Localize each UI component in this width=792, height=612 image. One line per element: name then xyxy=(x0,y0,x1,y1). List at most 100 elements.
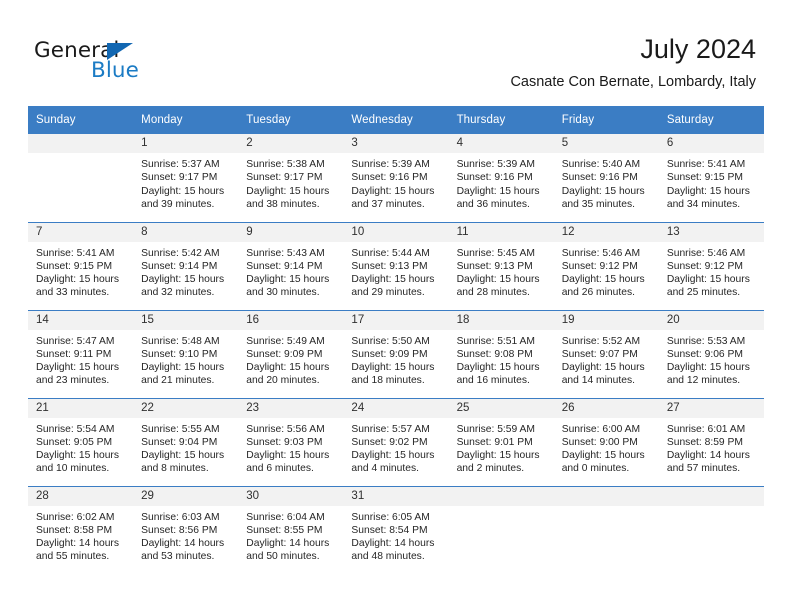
sunset-time: Sunset: 8:54 PM xyxy=(351,524,428,536)
day-cell[interactable]: 21 Sunrise: 5:54 AM Sunset: 9:05 PM Dayligh… xyxy=(28,397,134,486)
day-cell[interactable]: 4 Sunrise: 5:39 AM Sunset: 9:16 PM Daylight… xyxy=(448,134,554,222)
daylight-duration-line2: and 30 minutes. xyxy=(246,287,320,299)
daylight-duration-line1: Daylight: 15 hours xyxy=(141,185,225,197)
sunset-time: Sunset: 9:04 PM xyxy=(141,436,218,448)
day-cell[interactable]: 8 Sunrise: 5:42 AM Sunset: 9:14 PM Daylight… xyxy=(133,221,239,310)
day-cell[interactable]: 13 Sunrise: 5:46 AM Sunset: 9:12 PM Dayligh… xyxy=(658,221,764,310)
day-cell[interactable]: 29 Sunrise: 6:03 AM Sunset: 8:56 PM Dayligh… xyxy=(133,485,239,574)
sunset-time: Sunset: 9:15 PM xyxy=(666,172,743,184)
daylight-duration-line2: and 48 minutes. xyxy=(351,551,425,563)
day-cell[interactable]: 22 Sunrise: 5:55 AM Sunset: 9:04 PM Dayligh… xyxy=(133,397,239,486)
daylight-duration-line2: and 29 minutes. xyxy=(351,287,425,299)
sunrise-time: Sunrise: 5:39 AM xyxy=(456,159,535,170)
day-cell[interactable]: 14 Sunrise: 5:47 AM Sunset: 9:11 PM Dayligh… xyxy=(28,309,134,398)
day-cell[interactable]: 24 Sunrise: 5:57 AM Sunset: 9:02 PM Dayligh… xyxy=(343,397,449,486)
sunset-time: Sunset: 8:59 PM xyxy=(666,436,743,448)
day-cell[interactable]: 18 Sunrise: 5:51 AM Sunset: 9:08 PM Dayligh… xyxy=(448,309,554,398)
day-cell[interactable]: 3 Sunrise: 5:39 AM Sunset: 9:16 PM Daylight… xyxy=(343,134,449,222)
sunset-time: Sunset: 9:17 PM xyxy=(141,172,218,184)
day-cell[interactable]: 20 Sunrise: 5:53 AM Sunset: 9:06 PM Dayligh… xyxy=(658,309,764,398)
day-cell[interactable]: 6 Sunrise: 5:41 AM Sunset: 9:15 PM Daylight… xyxy=(658,134,764,222)
day-cell[interactable]: 5 Sunrise: 5:40 AM Sunset: 9:16 PM Daylight… xyxy=(553,134,659,222)
day-number: 26 xyxy=(553,399,659,418)
day-cell[interactable]: 23 Sunrise: 5:56 AM Sunset: 9:03 PM Dayligh… xyxy=(238,397,344,486)
daylight-duration-line1: Daylight: 15 hours xyxy=(141,362,225,374)
sunset-time: Sunset: 9:12 PM xyxy=(561,260,638,272)
day-cell[interactable]: 11 Sunrise: 5:45 AM Sunset: 9:13 PM Dayligh… xyxy=(448,221,554,310)
day-cell-empty xyxy=(553,485,659,574)
day-cell[interactable]: 2 Sunrise: 5:38 AM Sunset: 9:17 PM Daylight… xyxy=(238,134,344,222)
daylight-duration-line1: Daylight: 15 hours xyxy=(351,274,435,286)
day-number: 23 xyxy=(238,399,344,418)
brand-name-blue: Blue xyxy=(91,58,139,83)
daylight-duration-line2: and 53 minutes. xyxy=(141,551,215,563)
day-cell[interactable]: 28 Sunrise: 6:02 AM Sunset: 8:58 PM Dayligh… xyxy=(28,485,134,574)
day-cell[interactable]: 31 Sunrise: 6:05 AM Sunset: 8:54 PM Dayligh… xyxy=(343,485,449,574)
day-details: Sunrise: 6:02 AM Sunset: 8:58 PM Daylight:… xyxy=(28,506,133,564)
day-details: Sunrise: 5:51 AM Sunset: 9:08 PM Daylight:… xyxy=(449,330,554,388)
sunset-time: Sunset: 9:09 PM xyxy=(246,348,323,360)
daylight-duration-line2: and 21 minutes. xyxy=(141,375,215,387)
day-cell[interactable]: 26 Sunrise: 6:00 AM Sunset: 9:00 PM Dayligh… xyxy=(553,397,659,486)
day-details: Sunrise: 5:43 AM Sunset: 9:14 PM Daylight:… xyxy=(238,242,343,300)
daylight-duration-line2: and 8 minutes. xyxy=(141,463,209,475)
daylight-duration-line1: Daylight: 15 hours xyxy=(456,274,540,286)
daylight-duration-line2: and 6 minutes. xyxy=(246,463,314,475)
sunset-time: Sunset: 9:14 PM xyxy=(141,260,218,272)
day-details: Sunrise: 5:54 AM Sunset: 9:05 PM Daylight:… xyxy=(28,418,133,476)
day-details: Sunrise: 5:52 AM Sunset: 9:07 PM Daylight:… xyxy=(554,330,659,388)
daylight-duration-line2: and 50 minutes. xyxy=(246,551,320,563)
daylight-duration-line2: and 18 minutes. xyxy=(351,375,425,387)
day-number: 4 xyxy=(448,134,554,153)
day-cell[interactable]: 27 Sunrise: 6:01 AM Sunset: 8:59 PM Dayligh… xyxy=(658,397,764,486)
sunset-time: Sunset: 9:08 PM xyxy=(456,348,533,360)
day-number: 28 xyxy=(28,487,134,506)
daylight-duration-line2: and 0 minutes. xyxy=(561,463,630,475)
day-cell[interactable]: 9 Sunrise: 5:43 AM Sunset: 9:14 PM Daylight… xyxy=(238,221,344,310)
sunrise-time: Sunrise: 5:55 AM xyxy=(141,423,220,435)
day-cell[interactable]: 17 Sunrise: 5:50 AM Sunset: 9:09 PM Dayligh… xyxy=(343,309,449,398)
sunset-time: Sunset: 9:06 PM xyxy=(666,348,743,360)
day-number: 8 xyxy=(133,223,239,242)
day-cell[interactable]: 25 Sunrise: 5:59 AM Sunset: 9:01 PM Dayligh… xyxy=(448,397,554,486)
day-number: 13 xyxy=(658,223,764,242)
daylight-duration-line2: and 37 minutes. xyxy=(351,198,425,210)
sunrise-time: Sunrise: 6:03 AM xyxy=(141,511,220,523)
daylight-duration-line2: and 57 minutes. xyxy=(666,463,741,475)
daylight-duration-line2: and 34 minutes. xyxy=(666,198,741,210)
day-details: Sunrise: 5:37 AM Sunset: 9:17 PM Daylight:… xyxy=(133,153,238,211)
sunset-time: Sunset: 9:14 PM xyxy=(246,260,323,272)
brand-logo[interactable]: General Blue xyxy=(34,38,274,90)
day-details: Sunrise: 6:04 AM Sunset: 8:55 PM Daylight:… xyxy=(238,506,343,564)
day-details: Sunrise: 5:49 AM Sunset: 9:09 PM Daylight:… xyxy=(238,330,343,388)
day-details: Sunrise: 5:50 AM Sunset: 9:09 PM Daylight:… xyxy=(343,330,448,388)
sunrise-time: Sunrise: 5:43 AM xyxy=(246,247,325,259)
day-cell[interactable]: 10 Sunrise: 5:44 AM Sunset: 9:13 PM Dayligh… xyxy=(343,221,449,310)
daylight-duration-line1: Daylight: 14 hours xyxy=(141,538,225,550)
sunset-time: Sunset: 9:11 PM xyxy=(36,348,112,360)
sunrise-time: Sunrise: 5:45 AM xyxy=(456,247,535,259)
day-cell[interactable]: 12 Sunrise: 5:46 AM Sunset: 9:12 PM Dayligh… xyxy=(553,221,659,310)
day-cell[interactable]: 15 Sunrise: 5:48 AM Sunset: 9:10 PM Dayligh… xyxy=(133,309,239,398)
weekday-header-friday: Friday xyxy=(553,106,659,134)
day-number: 27 xyxy=(658,399,764,418)
sunrise-time: Sunrise: 5:53 AM xyxy=(666,335,746,347)
day-cell[interactable]: 7 Sunrise: 5:41 AM Sunset: 9:15 PM Daylight… xyxy=(28,221,134,310)
daylight-duration-line1: Daylight: 15 hours xyxy=(141,274,225,286)
day-details: Sunrise: 5:59 AM Sunset: 9:01 PM Daylight:… xyxy=(449,418,554,476)
sunrise-time: Sunrise: 5:46 AM xyxy=(666,247,746,259)
day-cell[interactable]: 16 Sunrise: 5:49 AM Sunset: 9:09 PM Dayligh… xyxy=(238,309,344,398)
day-cell[interactable]: 1 Sunrise: 5:37 AM Sunset: 9:17 PM Daylight… xyxy=(133,134,239,222)
day-cell[interactable]: 19 Sunrise: 5:52 AM Sunset: 9:07 PM Dayligh… xyxy=(553,309,659,398)
day-details: Sunrise: 5:38 AM Sunset: 9:17 PM Daylight:… xyxy=(238,153,343,211)
sunset-time: Sunset: 9:16 PM xyxy=(561,172,638,184)
day-cell[interactable]: 30 Sunrise: 6:04 AM Sunset: 8:55 PM Dayligh… xyxy=(238,485,344,574)
daylight-duration-line1: Daylight: 14 hours xyxy=(36,538,119,550)
day-details: Sunrise: 5:40 AM Sunset: 9:16 PM Daylight:… xyxy=(554,153,659,211)
daylight-duration-line2: and 12 minutes. xyxy=(666,375,741,387)
sunrise-time: Sunrise: 5:44 AM xyxy=(351,247,430,259)
daylight-duration-line1: Daylight: 15 hours xyxy=(666,274,750,286)
day-number: 18 xyxy=(448,311,554,330)
day-details: Sunrise: 5:45 AM Sunset: 9:13 PM Daylight:… xyxy=(449,242,554,300)
weekday-header-monday: Monday xyxy=(133,106,239,134)
